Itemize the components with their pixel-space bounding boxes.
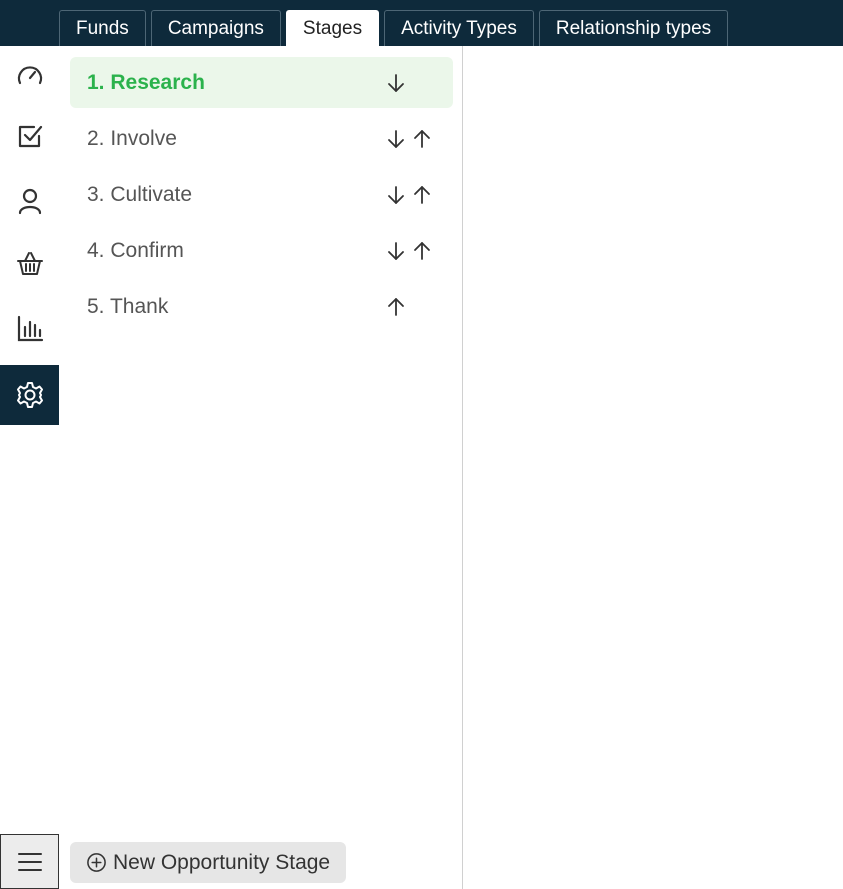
tab-relationship-types[interactable]: Relationship types: [538, 10, 729, 46]
stage-item[interactable]: 3. Cultivate: [70, 169, 453, 220]
move-down-arrow-icon[interactable]: [383, 70, 409, 96]
top-tab-bar: Funds Campaigns Stages Activity Types Re…: [0, 0, 843, 46]
hamburger-icon: [17, 852, 42, 871]
stage-detail-area: [464, 46, 843, 889]
nav-donations[interactable]: [0, 234, 59, 294]
new-opportunity-stage-button[interactable]: New Opportunity Stage: [70, 842, 347, 883]
stage-item[interactable]: 1. Research: [70, 57, 453, 108]
reorder-controls: [383, 225, 435, 276]
person-icon: [18, 188, 41, 215]
nav-tasks[interactable]: [0, 106, 59, 166]
tab-campaigns[interactable]: Campaigns: [150, 10, 281, 46]
move-up-arrow-icon[interactable]: [409, 238, 435, 264]
reorder-controls: [383, 281, 409, 332]
reorder-controls: [383, 169, 435, 220]
stage-item[interactable]: 2. Involve: [70, 113, 453, 164]
move-down-arrow-icon[interactable]: [383, 126, 409, 152]
settings-tabs: Funds Campaigns Stages Activity Types Re…: [59, 10, 733, 46]
stage-item[interactable]: 4. Confirm: [70, 225, 453, 276]
checkbox-icon: [18, 125, 42, 148]
gear-icon: [16, 382, 43, 408]
move-down-arrow-icon[interactable]: [383, 238, 409, 264]
plus-circle-icon: [87, 853, 106, 872]
reorder-controls: [383, 57, 409, 108]
move-down-arrow-icon[interactable]: [383, 182, 409, 208]
gauge-icon: [17, 66, 42, 85]
nav-reports[interactable]: [0, 299, 59, 359]
move-up-arrow-icon[interactable]: [383, 294, 409, 320]
nav-dashboard[interactable]: [0, 46, 59, 106]
nav-settings[interactable]: [0, 365, 59, 425]
new-stage-label: New Opportunity Stage: [113, 850, 331, 874]
reorder-controls: [383, 113, 435, 164]
tab-stages[interactable]: Stages: [285, 10, 380, 46]
move-up-arrow-icon[interactable]: [409, 182, 435, 208]
move-up-arrow-icon[interactable]: [409, 126, 435, 152]
tab-activity-types[interactable]: Activity Types: [384, 10, 534, 46]
nav-contacts[interactable]: [0, 171, 59, 231]
basket-icon: [16, 252, 43, 275]
stage-item[interactable]: 5. Thank: [70, 281, 453, 332]
stages-panel: 1. Research 2. Involve 3. Cultivate 4. Conf…: [59, 46, 463, 889]
left-nav-rail: [0, 46, 59, 889]
tab-funds[interactable]: Funds: [59, 10, 146, 46]
menu-toggle-button[interactable]: [0, 834, 59, 889]
bar-chart-icon: [17, 315, 43, 342]
